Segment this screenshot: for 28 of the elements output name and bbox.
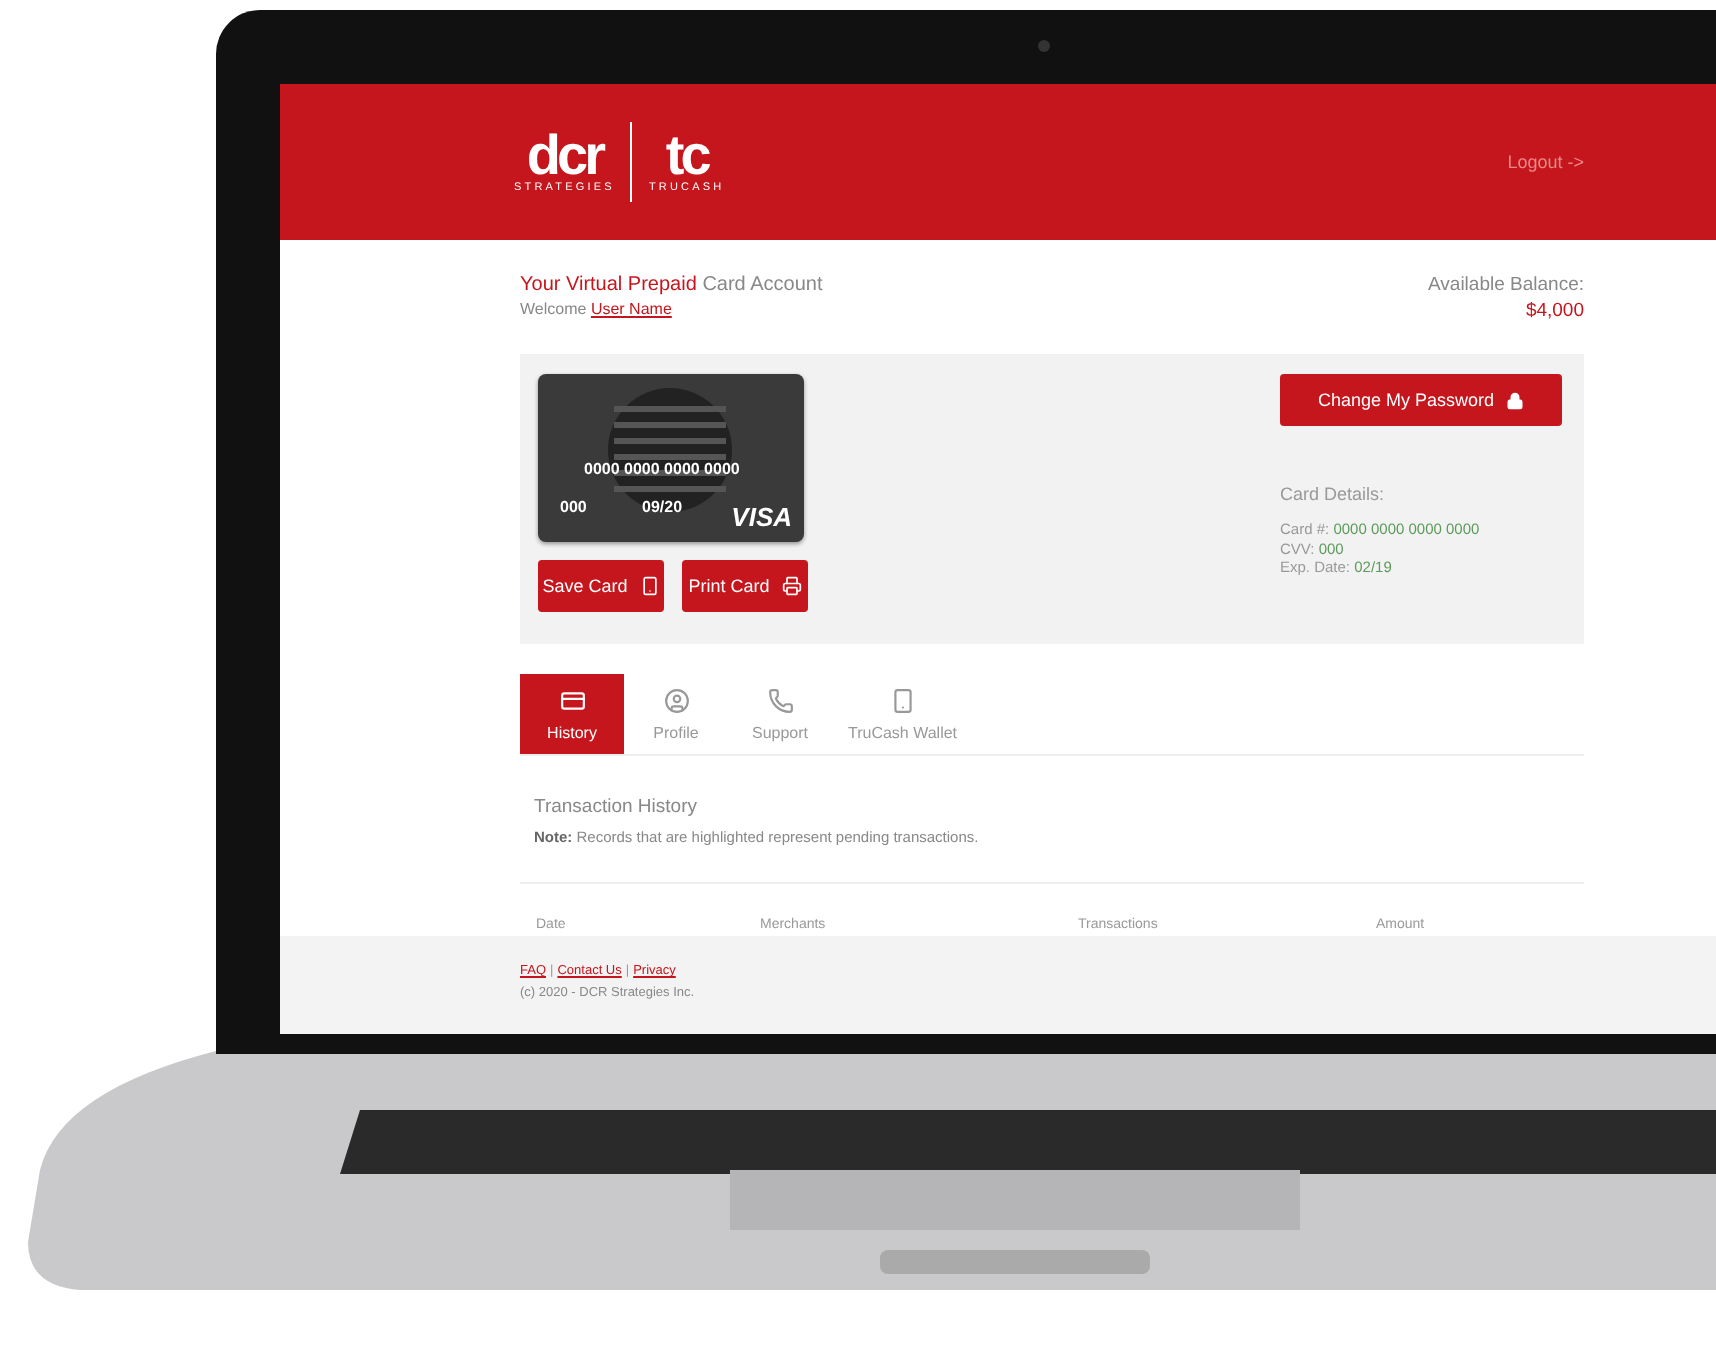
nav-tab[interactable]: Support (728, 674, 832, 754)
change-password-button[interactable]: Change My Password (1280, 374, 1562, 426)
phone-icon (767, 687, 793, 713)
smartphone-icon (889, 687, 916, 713)
credit-card-icon (559, 687, 585, 713)
phone-icon (639, 576, 660, 596)
camera-icon (1038, 40, 1050, 52)
card-number: 0000 0000 0000 0000 (584, 460, 740, 478)
user-icon (663, 687, 689, 713)
balance-amount: $4,000 (1523, 300, 1584, 322)
lock-icon (1506, 391, 1525, 409)
card-expiry: 09/20 (642, 498, 683, 516)
nav-tab[interactable]: History (520, 674, 624, 754)
card-details-title: Card Details: (1280, 484, 1387, 504)
card-cvv: 000 (560, 498, 587, 516)
logo-mark: dcr (526, 130, 602, 182)
user-name-link[interactable]: User Name (590, 300, 672, 318)
printer-icon (781, 576, 802, 596)
nav-tab[interactable]: Profile (624, 674, 728, 754)
welcome-text: Welcome User Name (520, 300, 674, 318)
section-title: Transaction History (534, 796, 699, 818)
logo-mark: tc (665, 130, 708, 182)
page-title: Your Virtual Prepaid Card Account (520, 274, 823, 296)
balance-label: Available Balance: (1428, 274, 1584, 296)
nav-tab[interactable]: TruCash Wallet (832, 674, 974, 754)
card-action-button[interactable]: Save Card (538, 560, 664, 612)
card-action-button[interactable]: Print Card (682, 560, 808, 612)
card-brand: VISA (731, 502, 792, 532)
